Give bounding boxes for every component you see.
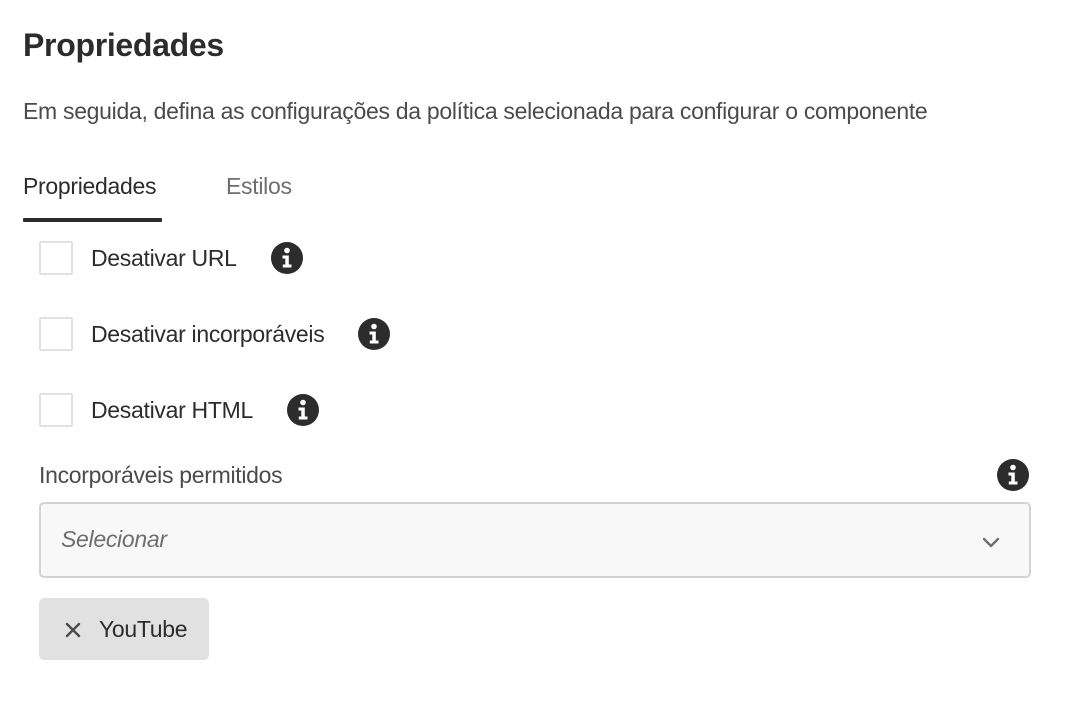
tab-estilos[interactable]: Estilos: [226, 168, 292, 222]
info-icon[interactable]: [270, 242, 303, 274]
checkbox-row-disable-url: Desativar URL: [39, 240, 303, 276]
disable-embeds-label[interactable]: Desativar incorporáveis: [91, 321, 325, 348]
tab-bar: Propriedades Estilos: [23, 168, 292, 222]
select-placeholder: Selecionar: [61, 526, 167, 552]
page-title: Propriedades: [23, 27, 224, 63]
disable-html-label[interactable]: Desativar HTML: [91, 397, 253, 424]
allowed-embeds-label: Incorporáveis permitidos: [39, 462, 283, 488]
checkbox-row-disable-embeds: Desativar incorporáveis: [39, 316, 391, 352]
tab-propriedades[interactable]: Propriedades: [23, 168, 162, 222]
allowed-embeds-select[interactable]: Selecionar: [39, 502, 1031, 578]
close-icon[interactable]: [59, 616, 87, 644]
info-icon[interactable]: [358, 318, 391, 350]
info-icon[interactable]: [997, 459, 1029, 491]
disable-html-checkbox[interactable]: [39, 393, 73, 427]
chevron-down-icon: [981, 532, 1001, 557]
page-description: Em seguida, defina as configurações da p…: [23, 98, 928, 124]
tag-label: YouTube: [99, 615, 188, 642]
selected-tag: YouTube: [39, 598, 210, 660]
disable-url-checkbox[interactable]: [39, 241, 73, 275]
checkbox-row-disable-html: Desativar HTML: [39, 392, 319, 428]
disable-embeds-checkbox[interactable]: [39, 317, 73, 351]
disable-url-label[interactable]: Desativar URL: [91, 245, 237, 272]
info-icon[interactable]: [286, 394, 319, 426]
